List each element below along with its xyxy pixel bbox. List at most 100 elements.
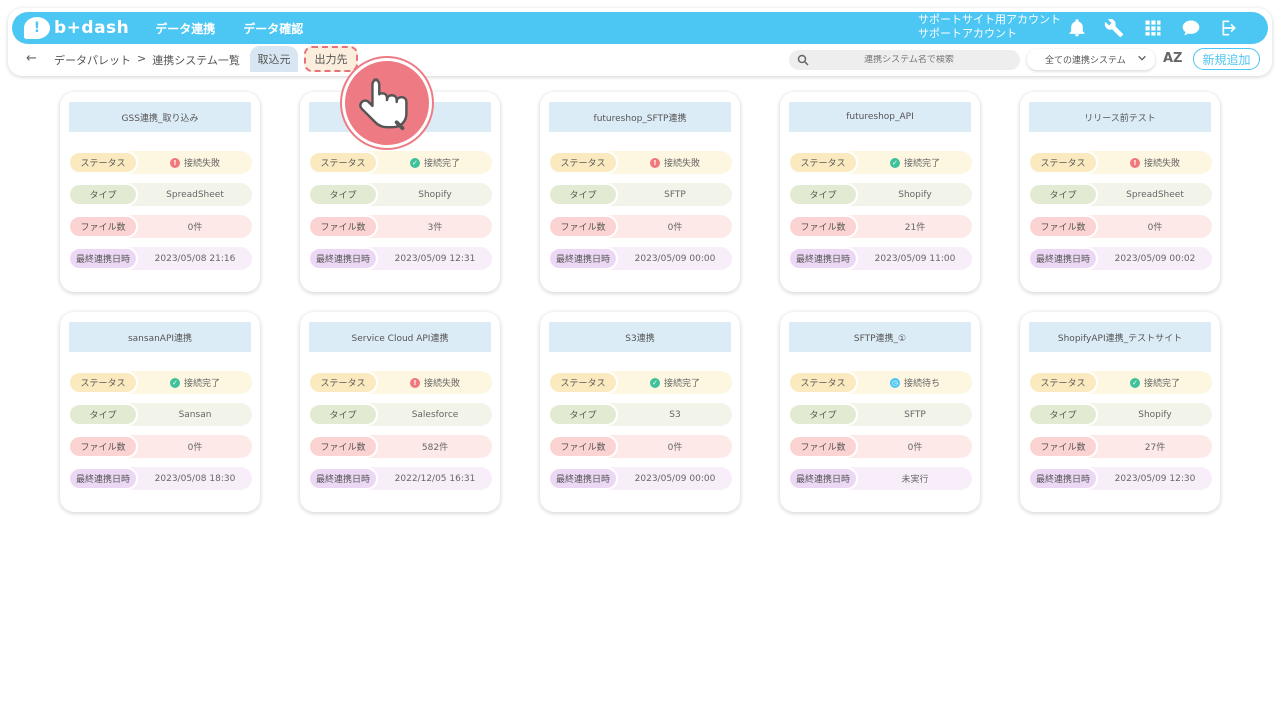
last-sync-label: 最終連携日時 bbox=[1028, 467, 1098, 490]
status-text: 接続失敗 bbox=[663, 159, 700, 169]
grid-icon[interactable] bbox=[1142, 17, 1164, 39]
type-value: Shopify bbox=[898, 189, 932, 200]
filter-value: 全ての連携システム bbox=[1045, 56, 1126, 66]
logout-icon[interactable] bbox=[1219, 17, 1241, 39]
last-sync-row: 最終連携日時 2023/05/09 00:02 bbox=[1028, 247, 1212, 270]
files-row: ファイル数 0件 bbox=[788, 435, 972, 458]
card-title: GSS連携_取り込み bbox=[69, 102, 251, 132]
account-info[interactable]: サポートサイト用アカウント サポートアカウント bbox=[918, 13, 1061, 41]
logo[interactable]: ! b+dash bbox=[24, 12, 129, 44]
status-label: ステータス bbox=[68, 371, 138, 394]
status-value: ! 接続失敗 bbox=[618, 156, 732, 169]
status-fail-icon: ! bbox=[1129, 157, 1140, 168]
chevron-down-icon bbox=[1137, 53, 1147, 66]
files-value: 27件 bbox=[1144, 443, 1166, 453]
last-sync-row: 最終連携日時 2023/05/09 12:30 bbox=[1028, 467, 1212, 490]
status-text: 接続完了 bbox=[903, 159, 940, 169]
files-value: 0件 bbox=[667, 223, 683, 233]
back-arrow-icon[interactable]: ← bbox=[26, 51, 37, 66]
last-sync-row: 最終連携日時 2022/12/05 16:31 bbox=[308, 467, 492, 490]
nav-data-check[interactable]: データ確認 bbox=[243, 20, 303, 37]
last-sync-label: 最終連携日時 bbox=[68, 247, 138, 270]
type-value: Shopify bbox=[1138, 409, 1172, 420]
system-card[interactable]: GSS連携_取り込み ステータス ! 接続失敗 タイプ SpreadSheet … bbox=[60, 92, 260, 292]
system-card[interactable]: S3連携 ステータス ✓ 接続完了 タイプ S3 ファイル数 0件 最終連携日時… bbox=[540, 312, 740, 512]
files-value: 582件 bbox=[421, 443, 449, 453]
files-label: ファイル数 bbox=[788, 215, 858, 238]
tab-output-destination[interactable]: 出力先 bbox=[304, 46, 358, 72]
files-row: ファイル数 21件 bbox=[788, 215, 972, 238]
type-value: S3 bbox=[669, 409, 681, 420]
system-card[interactable]: sansanAPI連携 ステータス ✓ 接続完了 タイプ Sansan ファイル… bbox=[60, 312, 260, 512]
logo-mark: ! bbox=[24, 17, 50, 39]
type-row: タイプ Salesforce bbox=[308, 403, 492, 426]
card-title: S3連携 bbox=[549, 322, 731, 352]
files-label: ファイル数 bbox=[548, 435, 618, 458]
system-card[interactable]: futureshop_SFTP連携 ステータス ! 接続失敗 タイプ SFTP … bbox=[540, 92, 740, 292]
status-value: ✓ 接続完了 bbox=[1098, 376, 1212, 389]
system-card[interactable]: SFTP連携_① ステータス ◷ 接続待ち タイプ SFTP ファイル数 0件 … bbox=[780, 312, 980, 512]
files-value: 21件 bbox=[904, 223, 926, 233]
type-value: SpreadSheet bbox=[1126, 189, 1184, 200]
files-value: 0件 bbox=[187, 443, 203, 453]
status-value: ! 接続失敗 bbox=[378, 376, 492, 389]
card-title: Service Cloud API連携 bbox=[309, 322, 491, 352]
status-label: ステータス bbox=[788, 371, 858, 394]
status-wait-icon: ◷ bbox=[889, 377, 900, 388]
logo-text: b+dash bbox=[54, 18, 130, 38]
status-row: ステータス ✓ 接続完了 bbox=[1028, 371, 1212, 394]
status-ok-icon: ✓ bbox=[409, 157, 420, 168]
last-sync-row: 最終連携日時 2023/05/08 21:16 bbox=[68, 247, 252, 270]
last-sync-value: 2023/05/09 11:00 bbox=[874, 253, 956, 264]
system-filter-select[interactable]: 全ての連携システム bbox=[1027, 49, 1155, 70]
add-new-button[interactable]: 新規追加 bbox=[1193, 48, 1260, 70]
status-value: ✓ 接続完了 bbox=[858, 156, 972, 169]
breadcrumb-datapalette[interactable]: データパレット bbox=[54, 52, 131, 68]
status-row: ステータス ! 接続失敗 bbox=[548, 151, 732, 174]
status-ok-icon: ✓ bbox=[889, 157, 900, 168]
last-sync-label: 最終連携日時 bbox=[548, 247, 618, 270]
status-row: ステータス ✓ 接続完了 bbox=[68, 371, 252, 394]
last-sync-value: 2023/05/09 12:30 bbox=[1114, 473, 1196, 484]
type-label: タイプ bbox=[788, 403, 858, 426]
breadcrumb-current: 連携システム一覧 bbox=[152, 54, 240, 67]
breadcrumb-separator: > bbox=[137, 52, 147, 65]
last-sync-label: 最終連携日時 bbox=[68, 467, 138, 490]
files-label: ファイル数 bbox=[68, 215, 138, 238]
pointer-hand-icon bbox=[342, 58, 432, 148]
last-sync-row: 最終連携日時 2023/05/09 11:00 bbox=[788, 247, 972, 270]
type-value: SFTP bbox=[904, 409, 926, 420]
wrench-icon[interactable] bbox=[1103, 17, 1125, 39]
last-sync-value: 2023/05/09 00:00 bbox=[634, 253, 716, 264]
status-label: ステータス bbox=[68, 151, 138, 174]
status-text: 接続失敗 bbox=[1143, 159, 1180, 169]
status-text: 接続完了 bbox=[1143, 379, 1180, 389]
last-sync-label: 最終連携日時 bbox=[308, 467, 378, 490]
status-row: ステータス ✓ 接続完了 bbox=[788, 151, 972, 174]
last-sync-value: 2023/05/09 00:02 bbox=[1114, 253, 1196, 264]
status-label: ステータス bbox=[548, 371, 618, 394]
files-row: ファイル数 0件 bbox=[548, 215, 732, 238]
last-sync-label: 最終連携日時 bbox=[788, 467, 858, 490]
search-input[interactable] bbox=[809, 55, 1009, 65]
type-row: タイプ SpreadSheet bbox=[1028, 183, 1212, 206]
type-label: タイプ bbox=[548, 183, 618, 206]
status-value: ✓ 接続完了 bbox=[138, 376, 252, 389]
files-row: ファイル数 0件 bbox=[1028, 215, 1212, 238]
system-card[interactable]: ShopifyAPI連携_テストサイト ステータス ✓ 接続完了 タイプ Sho… bbox=[1020, 312, 1220, 512]
bell-icon[interactable] bbox=[1066, 17, 1088, 39]
system-card[interactable]: Service Cloud API連携 ステータス ! 接続失敗 タイプ Sal… bbox=[300, 312, 500, 512]
nav-data-link[interactable]: データ連携 bbox=[155, 20, 215, 37]
last-sync-label: 最終連携日時 bbox=[548, 467, 618, 490]
system-card[interactable]: futureshop_API ステータス ✓ 接続完了 タイプ Shopify … bbox=[780, 92, 980, 292]
files-label: ファイル数 bbox=[308, 435, 378, 458]
breadcrumb: データパレット > 連携システム一覧 bbox=[54, 52, 240, 68]
system-card[interactable]: リリース前テスト ステータス ! 接続失敗 タイプ SpreadSheet ファ… bbox=[1020, 92, 1220, 292]
last-sync-value: 2023/05/08 21:16 bbox=[154, 253, 236, 264]
status-text: 接続完了 bbox=[183, 379, 220, 389]
top-navbar: ! b+dash データ連携 データ確認 サポートサイト用アカウント サポートア… bbox=[12, 12, 1268, 44]
last-sync-value: 2022/12/05 16:31 bbox=[394, 473, 476, 484]
tab-import-source[interactable]: 取込元 bbox=[250, 46, 298, 72]
sort-az-icon[interactable]: AZ bbox=[1163, 51, 1183, 66]
chat-icon[interactable] bbox=[1180, 17, 1202, 39]
